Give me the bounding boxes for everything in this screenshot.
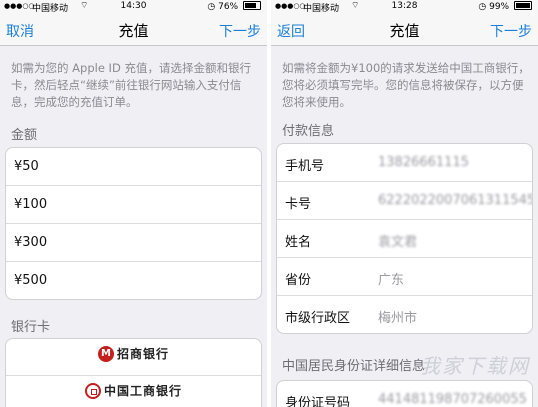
payment-section-header: 付款信息 [282,124,335,139]
field-label: 市级行政区 [285,311,351,326]
alarm-icon: ◷ [207,2,216,12]
field-label: 手机号 [285,159,325,174]
card-number-field[interactable]: 卡号 6222022007061311545 [277,182,532,220]
status-bar: ●●●○○ 中国移动 ⌔ 13:28 ◷ 99% [271,0,538,14]
amount-option[interactable]: ¥50 [6,148,261,186]
icbc-logo-icon [84,382,101,399]
payment-info-form: 手机号 13826661115 卡号 6222022007061311545 姓名 袁… [276,143,533,334]
bank-name: 招商银行 [116,347,169,361]
field-label: 卡号 [285,197,312,212]
amount-option[interactable]: ¥300 [6,224,261,262]
amount-option[interactable]: ¥100 [6,186,261,224]
bank-name: 中国工商银行 [103,384,182,398]
amount-label: ¥300 [14,235,48,250]
battery-percent: 76% [218,2,239,12]
instructions-text: 如需为您的 Apple ID 充值，请选择金额和银行卡，然后轻点“继续”前往银行… [11,61,251,109]
amount-section-header: 金额 [11,128,38,143]
field-value: 441481198707260055 [378,392,527,407]
next-button[interactable]: 下一步 [219,21,261,41]
id-info-form: 身份证号码 441481198707260055 [276,380,533,407]
instructions-text: 如需将金额为¥100的请求发送给中国工商银行，您将必须填写完毕。您的信息将被保存… [282,61,530,109]
field-value: 广东 [378,273,405,288]
field-label: 省份 [285,273,312,288]
province-field[interactable]: 省份 广东 [277,258,532,296]
bank-list: M 招商银行 中国工商银行 [5,338,262,407]
field-value: 梅州市 [378,311,418,326]
field-value: 6222022007061311545 [378,193,533,208]
phone-field[interactable]: 手机号 13826661115 [277,144,532,182]
bank-section-header: 银行卡 [11,320,51,335]
cmb-logo-icon: M [97,345,114,362]
navigation-bar: 返回 充值 下一步 [271,14,538,46]
field-value: 袁文君 [378,235,418,250]
city-field[interactable]: 市级行政区 梅州市 [277,296,532,333]
battery-icon [514,1,532,10]
watermark: 我家下载网 [420,354,530,378]
payment-info-screen: ●●●○○ 中国移动 ⌔ 13:28 ◷ 99% 返回 充值 下一步 如需将金额… [271,0,538,407]
next-button[interactable]: 下一步 [490,21,532,41]
bank-option-cmb[interactable]: M 招商银行 [6,339,261,376]
amount-label: ¥100 [14,197,48,212]
navigation-bar: 取消 充值 下一步 [0,14,267,46]
name-field[interactable]: 姓名 袁文君 [277,220,532,258]
battery-icon [243,1,261,10]
field-label: 身份证号码 [285,396,351,407]
field-value: 13826661115 [378,155,469,170]
recharge-amount-screen: ●●●○○ 中国移动 ⌔ 14:30 ◷ 76% 取消 充值 下一步 如需为您的… [0,0,267,407]
id-section-header: 中国居民身份证详细信息 [282,359,426,374]
amount-list: ¥50 ¥100 ¥300 ¥500 [5,147,262,300]
amount-label: ¥50 [14,159,39,174]
battery-percent: 99% [489,2,510,12]
field-label: 姓名 [285,235,312,250]
amount-option[interactable]: ¥500 [6,262,261,299]
id-number-field[interactable]: 身份证号码 441481198707260055 [277,381,532,407]
bank-option-icbc[interactable]: 中国工商银行 [6,376,261,407]
alarm-icon: ◷ [478,2,487,12]
amount-label: ¥500 [14,273,48,288]
status-bar: ●●●○○ 中国移动 ⌔ 14:30 ◷ 76% [0,0,267,14]
